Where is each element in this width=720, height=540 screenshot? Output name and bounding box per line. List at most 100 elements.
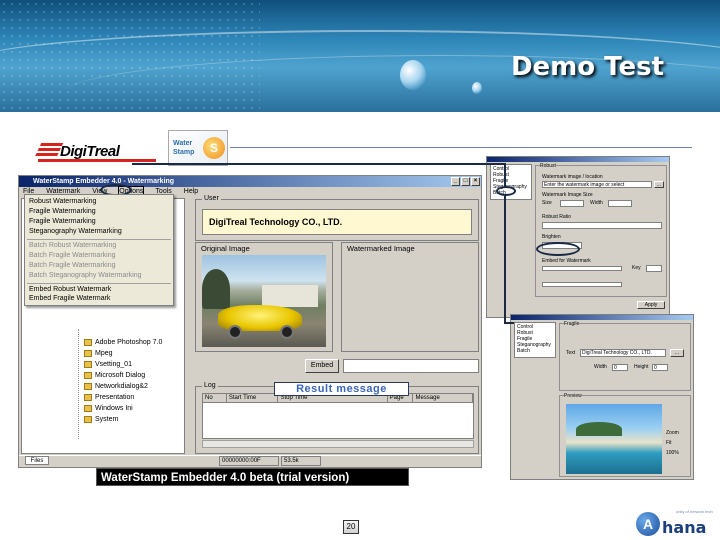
- connector-line: [504, 322, 514, 324]
- status-tab-files[interactable]: Files: [25, 456, 49, 465]
- user-group-label: User: [202, 195, 221, 202]
- waterstamp-logo: Water Stamp S: [168, 130, 228, 166]
- field-label: Embed for Watermark: [542, 258, 591, 264]
- preview-label: Preview: [564, 393, 582, 399]
- log-col-start-time[interactable]: Start Time: [226, 394, 279, 403]
- tree-item-label: Microsoft Dialog: [95, 372, 146, 379]
- width-input[interactable]: [608, 200, 632, 207]
- menu-item-stego[interactable]: Steganography Watermarking: [29, 228, 122, 235]
- tree-item-label: System: [95, 416, 119, 423]
- original-image-label: Original Image: [201, 244, 250, 253]
- robust-settings-group: Robust Watermark image / location Enter …: [535, 163, 667, 297]
- tree-item-label: Adobe Photoshop 7.0: [95, 339, 163, 346]
- menu-item-embed-robust[interactable]: Embed Robust Watermark: [29, 286, 111, 293]
- log-group-label: Log: [202, 382, 218, 389]
- dialog-titlebar: [511, 315, 693, 320]
- field-label: Width: [590, 200, 603, 206]
- water-drop-small-icon: [472, 82, 482, 94]
- log-table: No Start Time Stop Time Page Message: [202, 393, 474, 439]
- menu-item-fragile-2[interactable]: Fragile Watermarking: [29, 218, 96, 225]
- connector-line: [132, 163, 504, 165]
- log-col-no[interactable]: No: [203, 394, 227, 403]
- options-category-list[interactable]: Control Robust Fragile Steganography Bat…: [514, 322, 556, 358]
- connector-line: [504, 196, 506, 324]
- photo-wheel: [228, 325, 242, 339]
- options-dialog-fragile: Control Robust Fragile Steganography Bat…: [510, 314, 694, 480]
- width-input[interactable]: 0: [612, 364, 628, 371]
- strength-slider-2[interactable]: [542, 282, 622, 287]
- font-button[interactable]: ...: [670, 349, 684, 357]
- preview-island: [576, 422, 622, 436]
- watermark-image-input[interactable]: Enter the watermark image or select: [542, 181, 652, 188]
- original-image-panel: Original Image: [195, 242, 333, 352]
- key-input[interactable]: [646, 265, 662, 272]
- robust-ratio-select[interactable]: [542, 222, 662, 229]
- menu-item-batch-fragile: Batch Fragile Watermarking: [29, 252, 116, 259]
- options-dialog-robust: Control Robust Fragile Steganography Bat…: [486, 156, 670, 318]
- menu-help[interactable]: Help: [184, 187, 198, 197]
- digitreal-logo-text: DigiTreal: [60, 143, 120, 160]
- app-caption: WaterStamp Embedder 4.0 beta (trial vers…: [96, 468, 409, 486]
- status-bar: Files 00000000:00F 53.5k: [19, 455, 481, 467]
- folder-icon: [84, 405, 92, 412]
- field-label: Size: [542, 200, 552, 206]
- size-input[interactable]: [560, 200, 584, 207]
- water-drop-icon: [400, 60, 426, 90]
- fragile-section-label: Fragile: [564, 321, 580, 327]
- tree-item[interactable]: Windows Ini: [84, 405, 133, 412]
- user-name-field[interactable]: DigiTreal Technology CO., LTD.: [202, 209, 472, 235]
- user-group: User DigiTreal Technology CO., LTD.: [195, 195, 479, 241]
- folder-icon: [84, 383, 92, 390]
- tree-item[interactable]: Vsetting_01: [84, 361, 132, 368]
- tree-item[interactable]: Mpeg: [84, 350, 113, 357]
- embed-strength-slider[interactable]: [542, 266, 622, 271]
- zoom-fit-option[interactable]: Fit: [666, 440, 672, 446]
- tree-item-label: Windows Ini: [95, 405, 133, 412]
- status-cell-size: 53.5k: [281, 456, 321, 466]
- tree-item[interactable]: Networkdialog&2: [84, 383, 148, 390]
- apply-button[interactable]: Apply: [637, 301, 665, 309]
- zoom-100-option[interactable]: 100%: [666, 450, 679, 456]
- tree-item[interactable]: Adobe Photoshop 7.0: [84, 339, 162, 346]
- watermarked-image-panel: Watermarked Image: [341, 242, 479, 352]
- tree-item-label: Networkdialog&2: [95, 383, 148, 390]
- ahana-logo: A unity of network tech hana: [636, 508, 714, 538]
- zoom-label: Zoom: [666, 430, 679, 436]
- waterstamp-logo-text: Water Stamp: [173, 139, 194, 157]
- browse-button[interactable]: ...: [654, 181, 664, 188]
- tree-item[interactable]: Presentation: [84, 394, 134, 401]
- field-label: Key: [632, 265, 641, 271]
- category-batch[interactable]: Batch: [517, 348, 553, 354]
- height-input[interactable]: 0: [652, 364, 668, 371]
- folder-icon: [84, 394, 92, 401]
- folder-icon: [84, 350, 92, 357]
- close-button[interactable]: ×: [471, 177, 480, 186]
- tree-guide-line: [78, 329, 79, 439]
- tree-item[interactable]: Microsoft Dialog: [84, 372, 145, 379]
- menu-item-fragile[interactable]: Fragile Watermarking: [29, 208, 96, 215]
- log-col-message[interactable]: Message: [413, 394, 474, 403]
- tree-item[interactable]: System: [84, 416, 118, 423]
- minimize-button[interactable]: _: [451, 177, 460, 186]
- preview-image: [566, 404, 662, 474]
- tree-item-label: Mpeg: [95, 350, 113, 357]
- fragile-settings-group: Fragile Text DigiTreal Technology CO., L…: [559, 321, 691, 391]
- folder-icon: [84, 339, 92, 346]
- connector-line: [504, 163, 506, 187]
- waterstamp-logo-line1: Water: [173, 140, 193, 147]
- menu-item-embed-fragile[interactable]: Embed Fragile Watermark: [29, 295, 110, 302]
- log-horizontal-scrollbar[interactable]: [202, 440, 474, 448]
- slide-title: Demo Test: [510, 52, 664, 82]
- embed-button[interactable]: Embed: [305, 359, 339, 373]
- watermark-text-input[interactable]: DigiTreal Technology CO., LTD.: [580, 349, 666, 357]
- menu-separator: [27, 239, 171, 240]
- ahana-logo-text: hana: [662, 518, 707, 537]
- maximize-button[interactable]: □: [461, 177, 470, 186]
- category-highlight-ring: [496, 186, 516, 196]
- result-message-callout: Result message: [274, 382, 409, 396]
- field-label: Watermark image / location: [542, 174, 603, 180]
- field-label: Robust Ratio: [542, 214, 571, 220]
- field-label: Watermark Image Size: [542, 192, 593, 198]
- menu-item-robust[interactable]: Robust Watermarking: [29, 198, 96, 205]
- height-label: Height: [634, 364, 649, 370]
